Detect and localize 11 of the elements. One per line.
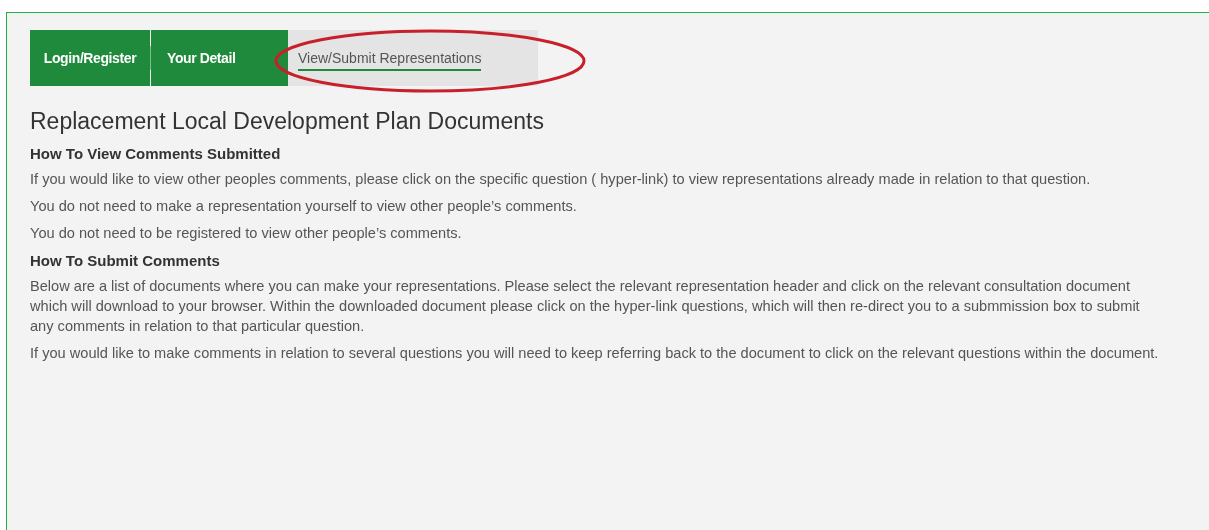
page-title: Replacement Local Development Plan Documents	[30, 107, 545, 136]
paragraph: If you would like to make comments in relation to several questions you will need to keep referring back to the document to click on the relevant questions within the document.	[30, 343, 1160, 363]
tab[interactable]: Your Detail	[151, 30, 288, 86]
tab[interactable]: Login/Register	[30, 30, 150, 86]
tab[interactable]: View/Submit Representations	[288, 30, 538, 86]
paragraph: You do not need to be registered to view other people’s comments.	[30, 223, 463, 243]
section-heading: How To View Comments Submitted	[30, 143, 282, 164]
paragraph: If you would like to view other peoples comments, please click on the specific question ( hyper-link) to view representations already made in relation to that question.	[30, 169, 1092, 189]
paragraph: You do not need to make a representation yourself to view other people’s comments.	[30, 196, 578, 216]
paragraph: Below are a list of documents where you can make your representations. Please select the relevant representation header and click on the relevant consultation document which will download to your browser. Within the downloaded document please click on the hyper-link questions, which will then re-direct you to a submmission box to submit any comments in relation to that particular question.	[30, 276, 1141, 336]
section-heading: How To Submit Comments	[30, 250, 221, 271]
